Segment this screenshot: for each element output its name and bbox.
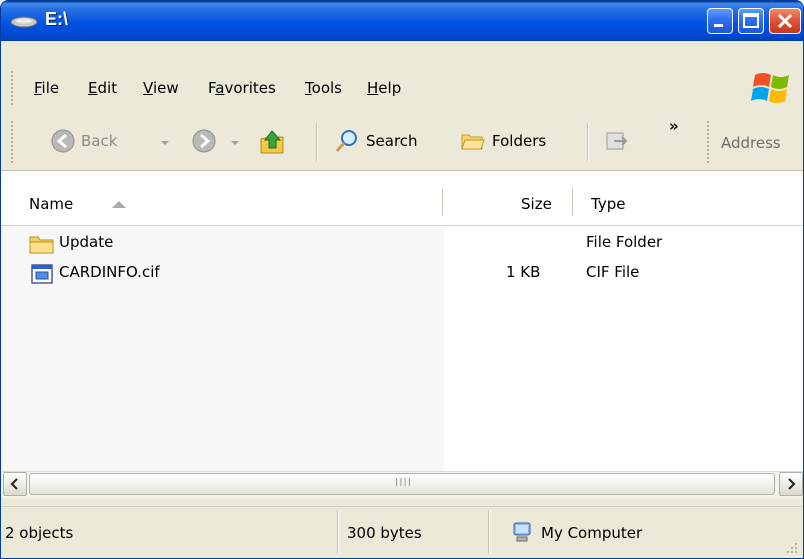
- file-icon: [31, 264, 53, 284]
- menu-file-label: File: [34, 79, 60, 97]
- column-header-size[interactable]: Size: [521, 195, 552, 213]
- drive-icon: [10, 16, 38, 28]
- column-divider[interactable]: [572, 189, 573, 215]
- status-divider: [337, 511, 339, 553]
- folders-icon: [461, 134, 485, 150]
- address-grip[interactable]: [707, 121, 712, 163]
- search-label: Search: [366, 132, 418, 150]
- menu-edit-label: Edit: [88, 79, 118, 97]
- menu-view[interactable]: View: [143, 79, 179, 97]
- scroll-grip: IIII: [395, 476, 412, 489]
- scroll-right-button[interactable]: [779, 472, 803, 496]
- sort-ascending-icon: [112, 201, 126, 208]
- file-size: 1 KB: [506, 263, 541, 281]
- minimize-icon: [714, 24, 723, 27]
- file-name: Update: [59, 233, 114, 251]
- maximize-button[interactable]: [738, 8, 764, 34]
- menu-edit[interactable]: Edit: [88, 79, 117, 97]
- scroll-left-button[interactable]: [3, 472, 27, 496]
- toolbar-grip[interactable]: [11, 121, 16, 163]
- explorer-window: E:\ File Edit View Favorites Tools Help …: [0, 0, 804, 559]
- folder-icon: [29, 236, 54, 254]
- toolbar-more-chevron[interactable]: »: [669, 117, 679, 135]
- up-folder-button[interactable]: [257, 127, 287, 155]
- list-item[interactable]: Update File Folder: [1, 229, 803, 259]
- list-item[interactable]: CARDINFO.cif 1 KB CIF File: [1, 259, 803, 289]
- back-label: Back: [81, 132, 118, 150]
- menu-help-label: Help: [367, 79, 402, 97]
- column-divider[interactable]: [442, 189, 443, 215]
- close-icon: [777, 13, 793, 29]
- menu-favorites-label: Favorites: [208, 79, 276, 97]
- search-icon: [335, 130, 357, 152]
- column-name-label: Name: [29, 195, 74, 213]
- forward-dropdown-icon[interactable]: [231, 141, 239, 145]
- menu-favorites[interactable]: Favorites: [208, 79, 276, 97]
- forward-button[interactable]: [192, 129, 216, 153]
- move-to-icon: [606, 132, 628, 150]
- address-label[interactable]: Address: [721, 134, 781, 152]
- close-button[interactable]: [769, 8, 801, 34]
- window-title: E:\: [45, 9, 69, 29]
- menubar-grip[interactable]: [11, 71, 16, 105]
- forward-arrow-icon: [192, 129, 216, 153]
- back-arrow-icon: [51, 129, 75, 153]
- status-divider: [488, 511, 490, 553]
- scroll-thumb[interactable]: IIII: [29, 473, 775, 495]
- menu-help[interactable]: Help: [367, 79, 401, 97]
- file-type: CIF File: [586, 263, 640, 281]
- search-button[interactable]: Search: [334, 128, 418, 154]
- status-object-count: 2 objects: [5, 524, 74, 542]
- resize-grip-icon[interactable]: [785, 541, 799, 555]
- my-computer-icon: [513, 522, 531, 542]
- menu-tools-label: Tools: [305, 79, 342, 97]
- folders-label: Folders: [492, 132, 547, 150]
- scroll-left-icon: [10, 478, 18, 490]
- menu-view-label: View: [143, 79, 179, 97]
- maximize-icon: [743, 13, 759, 28]
- file-type: File Folder: [586, 233, 663, 251]
- minimize-button[interactable]: [707, 8, 733, 34]
- column-header-type[interactable]: Type: [591, 195, 625, 213]
- back-button[interactable]: Back: [51, 129, 117, 153]
- up-folder-icon: [260, 130, 284, 154]
- title-bar[interactable]: E:\: [1, 1, 803, 41]
- toolbar-separator: [587, 123, 589, 161]
- folders-button[interactable]: Folders: [460, 129, 546, 153]
- menu-tools[interactable]: Tools: [305, 79, 342, 97]
- scroll-right-icon: [788, 478, 796, 490]
- file-name: CARDINFO.cif: [59, 263, 160, 281]
- windows-logo-icon: [751, 73, 789, 103]
- toolbar-separator: [316, 123, 318, 161]
- move-to-button[interactable]: [604, 129, 632, 153]
- status-location: My Computer: [541, 524, 643, 542]
- status-size: 300 bytes: [347, 524, 422, 542]
- back-dropdown-icon[interactable]: [161, 141, 169, 145]
- menu-file[interactable]: File: [34, 79, 59, 97]
